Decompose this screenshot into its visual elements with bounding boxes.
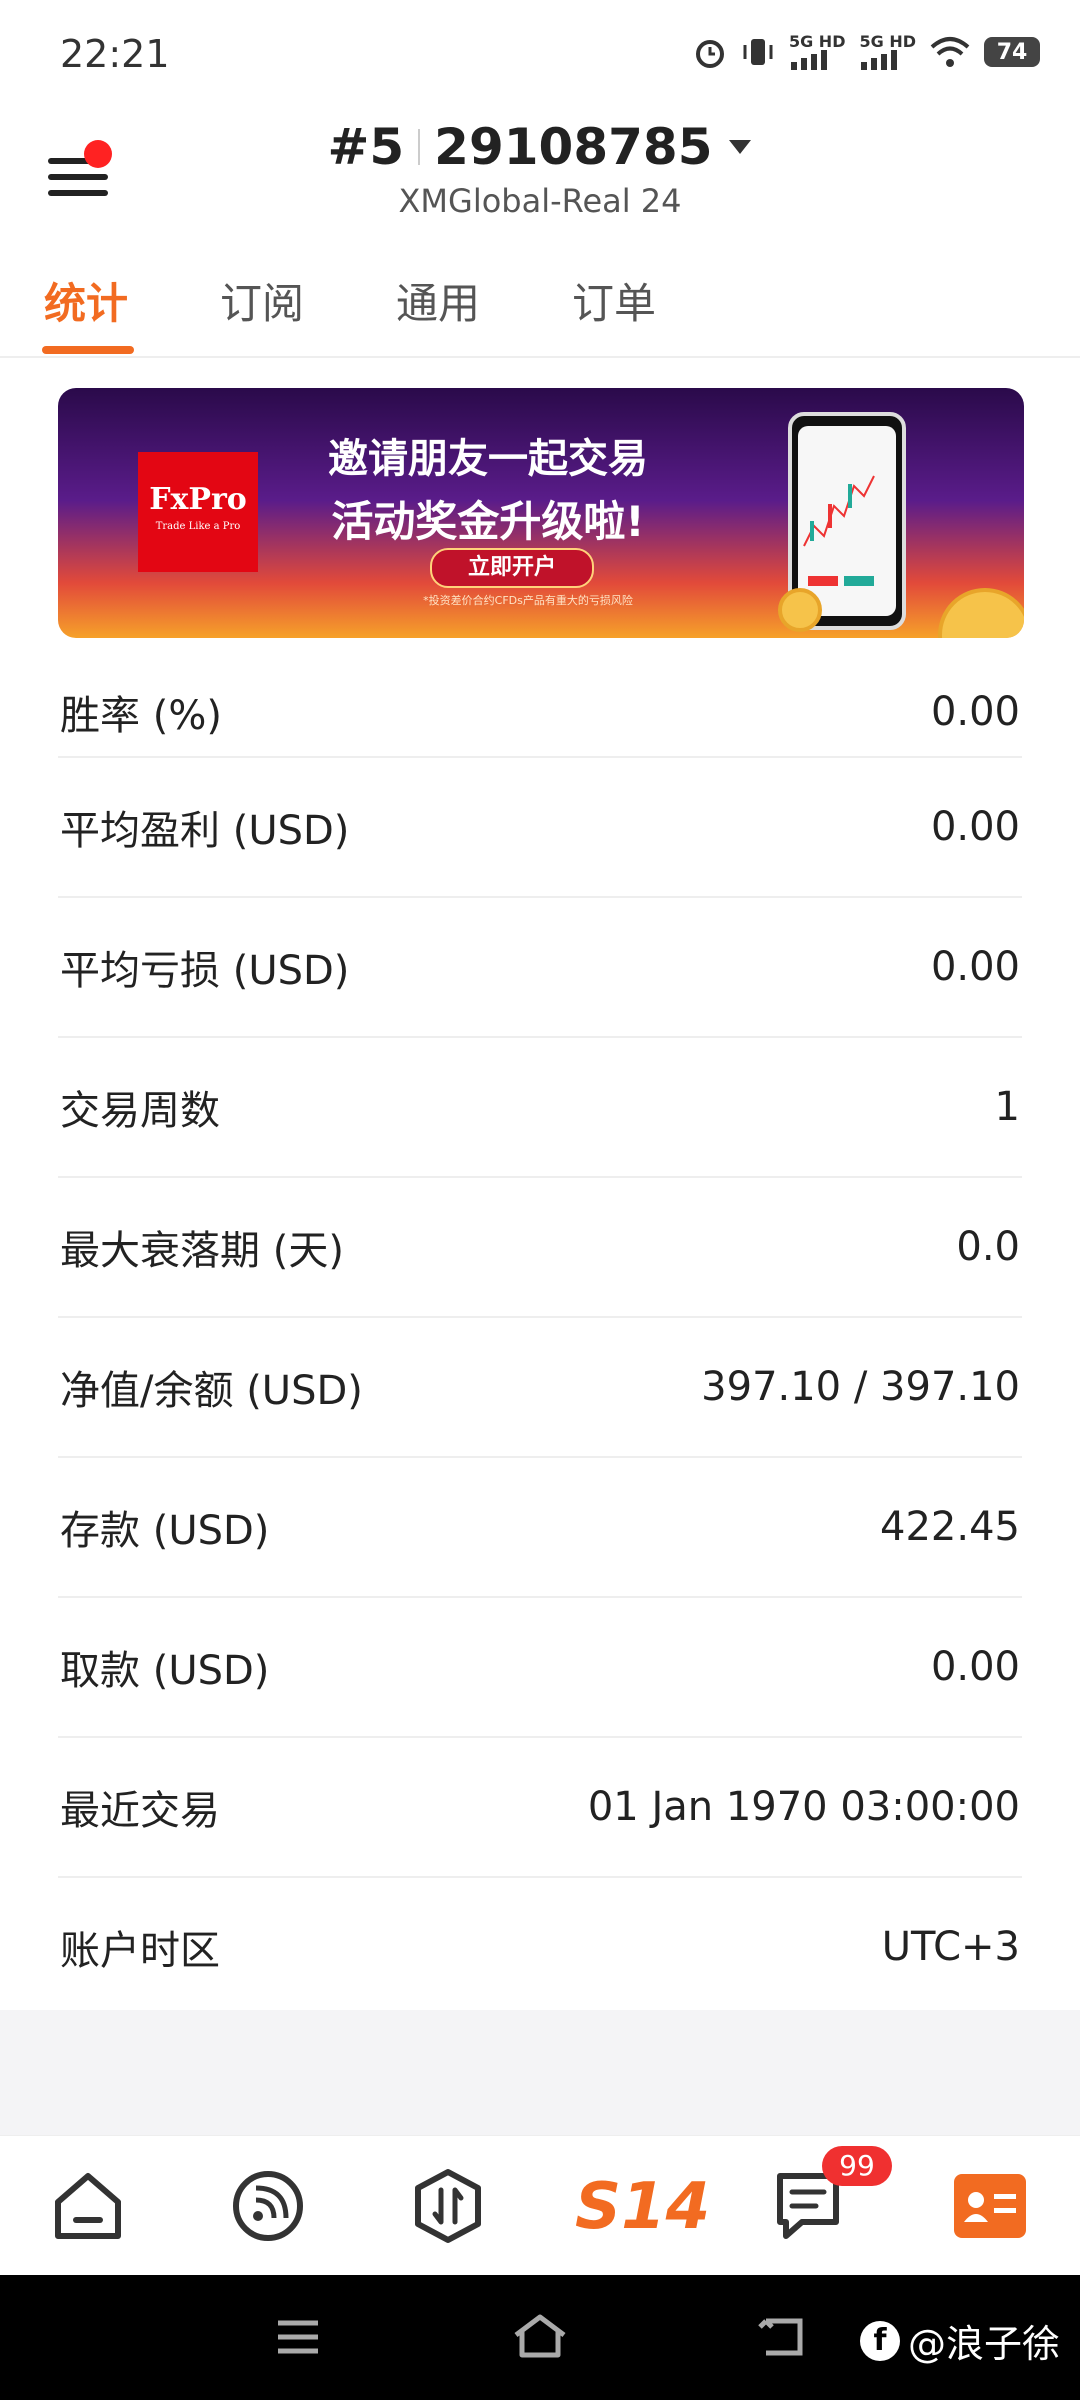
vibrate-icon — [743, 39, 773, 65]
stat-row-avg-profit: 平均盈利 (USD) 0.00 — [58, 758, 1022, 898]
fxpro-logo: FxPro Trade Like a Pro — [138, 452, 258, 572]
stat-row-withdrawals: 取款 (USD) 0.00 — [58, 1598, 1022, 1738]
stat-row-last-trade: 最近交易 01 Jan 1970 03:00:00 — [58, 1738, 1022, 1878]
stat-row-equity-balance: 净值/余额 (USD) 397.10 / 397.10 — [58, 1318, 1022, 1458]
server-name: XMGlobal-Real 24 — [398, 182, 682, 220]
s14-button[interactable]: S14 — [575, 2170, 710, 2244]
back-icon[interactable] — [756, 2315, 806, 2359]
stat-row-trading-weeks: 交易周数 1 — [58, 1038, 1022, 1178]
stat-label: 最近交易 — [60, 1788, 220, 1834]
battery-icon: 74 — [984, 37, 1040, 67]
stat-label: 最大衰落期 (天) — [60, 1228, 344, 1274]
stat-row-account-timezone: 账户时区 UTC+3 — [58, 1878, 1022, 2018]
signal-icon[interactable] — [228, 2166, 308, 2246]
account-number: 29108785 — [434, 118, 713, 176]
home-icon[interactable] — [48, 2166, 128, 2246]
chevron-down-icon[interactable] — [727, 138, 753, 156]
stat-value: 1 — [994, 1084, 1020, 1130]
list-footer-spacer — [0, 2010, 1080, 2135]
stat-row-win-rate: 胜率 (%) 0.00 — [58, 668, 1022, 758]
stat-label: 平均亏损 (USD) — [60, 948, 350, 994]
signal-2: 5G HD — [859, 34, 916, 70]
account-selector[interactable]: #5 29108785 XMGlobal-Real 24 — [0, 118, 1080, 220]
account-prefix: #5 — [327, 118, 405, 176]
stat-value: 0.00 — [930, 804, 1020, 850]
stat-value: 0.0 — [956, 1224, 1020, 1270]
divider — [418, 129, 421, 165]
recent-apps-icon[interactable] — [274, 2317, 322, 2357]
tab-stats[interactable]: 统计 — [44, 270, 128, 331]
status-time: 22:21 — [60, 32, 170, 76]
stat-label: 交易周数 — [60, 1088, 220, 1134]
watermark-text: @浪子徐 — [907, 2322, 1060, 2366]
stat-row-deposits: 存款 (USD) 422.45 — [58, 1458, 1022, 1598]
banner-subheadline: 活动奖金升级啦! — [331, 497, 645, 546]
stat-value: UTC+3 — [881, 1924, 1020, 1970]
stat-label: 取款 (USD) — [60, 1648, 270, 1694]
stat-value: 0.00 — [930, 944, 1020, 990]
watermark: f @浪子徐 — [859, 2313, 1060, 2368]
tab-general[interactable]: 通用 — [396, 270, 480, 331]
system-navigation-bar: f @浪子徐 — [0, 2275, 1080, 2400]
stat-label: 净值/余额 (USD) — [60, 1368, 363, 1414]
stat-value: 0.00 — [930, 1644, 1020, 1690]
stat-label: 平均盈利 (USD) — [60, 808, 350, 854]
stat-label: 账户时区 — [60, 1928, 220, 1974]
status-bar: 22:21 5G HD 5G HD 74 — [0, 0, 1080, 110]
messages-badge: 99 — [822, 2146, 892, 2186]
stats-list: 胜率 (%) 0.00 平均盈利 (USD) 0.00 平均亏损 (USD) 0… — [0, 668, 1080, 2018]
signal-1: 5G HD — [789, 34, 845, 70]
banner-headline: 邀请朋友一起交易 — [328, 436, 648, 482]
profile-card-icon[interactable] — [950, 2166, 1030, 2246]
open-account-button[interactable]: 立即开户 — [430, 548, 594, 588]
weibo-icon: f — [859, 2320, 900, 2361]
stat-row-max-drawdown-period: 最大衰落期 (天) 0.0 — [58, 1178, 1022, 1318]
coin-illustration — [938, 588, 1024, 638]
stat-label: 存款 (USD) — [60, 1508, 270, 1554]
status-icons: 5G HD 5G HD 74 — [693, 34, 1040, 70]
stat-value: 01 Jan 1970 03:00:00 — [587, 1784, 1020, 1830]
stat-row-avg-loss: 平均亏损 (USD) 0.00 — [58, 898, 1022, 1038]
banner-disclaimer: *投资差价合约CFDs产品有重大的亏损风险 — [423, 594, 633, 607]
stat-label: 胜率 (%) — [60, 693, 222, 739]
promo-banner[interactable]: FxPro Trade Like a Pro 邀请朋友一起交易 活动奖金升级啦!… — [58, 388, 1024, 638]
wifi-icon — [930, 37, 970, 67]
tab-subscribe[interactable]: 订阅 — [220, 270, 304, 331]
system-home-icon[interactable] — [510, 2311, 570, 2361]
stat-value: 0.00 — [930, 689, 1020, 735]
tab-orders[interactable]: 订单 — [572, 270, 656, 331]
tab-bar: 统计 订阅 通用 订单 — [0, 250, 1080, 358]
coin-illustration — [778, 588, 822, 632]
alarm-icon — [695, 40, 724, 68]
stat-value: 422.45 — [880, 1504, 1020, 1550]
account-header: #5 29108785 XMGlobal-Real 24 — [0, 110, 1080, 240]
active-tab-indicator — [42, 346, 134, 354]
trade-icon[interactable] — [408, 2166, 488, 2246]
stat-value: 397.10 / 397.10 — [701, 1364, 1020, 1410]
bottom-navigation: S14 99 — [0, 2135, 1080, 2276]
